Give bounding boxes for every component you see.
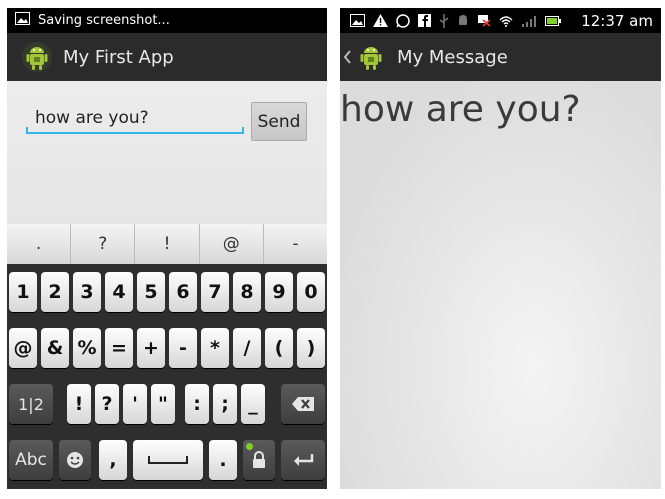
soft-keyboard: . ? ! @ - 1 2 3 4 5 6 7 8 9 0 @ & % = + …	[7, 224, 327, 489]
keyboard-row-bottom: Abc , .	[7, 432, 327, 486]
key[interactable]: %	[73, 328, 101, 368]
app-title: My First App	[63, 46, 174, 68]
status-bar: Saving screenshot...	[7, 8, 327, 33]
key[interactable]: 0	[297, 272, 325, 312]
clock: 12:37 am	[581, 11, 653, 30]
key[interactable]: (	[265, 328, 293, 368]
signal-icon	[522, 15, 536, 27]
space-key[interactable]	[133, 440, 203, 480]
main-content: how are you?	[340, 81, 661, 489]
key[interactable]: ?	[95, 384, 119, 424]
message-input-value: how are you?	[35, 108, 149, 128]
lock-key[interactable]	[243, 440, 275, 480]
usb-icon	[439, 13, 449, 28]
key[interactable]: 6	[169, 272, 197, 312]
key[interactable]: /	[233, 328, 261, 368]
warning-icon	[373, 14, 388, 27]
status-text: Saving screenshot...	[38, 13, 170, 28]
facebook-icon	[418, 14, 431, 27]
android-debug-icon	[459, 15, 467, 25]
key[interactable]: _	[241, 384, 265, 424]
space-bar-icon	[148, 456, 188, 464]
key[interactable]: 5	[137, 272, 165, 312]
android-app-icon	[22, 42, 52, 72]
suggestion-item[interactable]: -	[264, 224, 327, 264]
key[interactable]: :	[185, 384, 209, 424]
keyboard-row-symbols: @ & % = + - * / ( )	[7, 320, 327, 374]
emoji-key[interactable]	[59, 440, 91, 480]
key[interactable]: 2	[41, 272, 69, 312]
suggestion-item[interactable]: ?	[71, 224, 136, 264]
abc-key[interactable]: Abc	[9, 440, 53, 480]
key[interactable]: 3	[73, 272, 101, 312]
keyboard-row-digits: 1 2 3 4 5 6 7 8 9 0	[7, 264, 327, 318]
key[interactable]: )	[297, 328, 325, 368]
key[interactable]: =	[105, 328, 133, 368]
suggestion-strip: . ? ! @ -	[7, 224, 327, 264]
message-text: how are you?	[340, 89, 581, 130]
action-bar: My First App	[7, 33, 327, 81]
suggestion-item[interactable]: !	[135, 224, 200, 264]
back-caret-icon[interactable]	[343, 50, 351, 64]
key[interactable]: "	[151, 384, 175, 424]
screenshot-icon	[350, 14, 365, 27]
whatsapp-icon	[396, 13, 410, 28]
key[interactable]: '	[123, 384, 147, 424]
key[interactable]: +	[137, 328, 165, 368]
key[interactable]: &	[41, 328, 69, 368]
phone-screen-right: 12:37 am My Message how are you?	[340, 8, 661, 489]
mute-icon	[478, 15, 491, 27]
backspace-icon	[292, 397, 314, 411]
status-bar: 12:37 am	[340, 8, 661, 33]
lock-icon	[253, 451, 265, 468]
key[interactable]: 4	[105, 272, 133, 312]
comma-key[interactable]: ,	[99, 440, 127, 480]
key[interactable]: 1	[9, 272, 37, 312]
key[interactable]: 8	[233, 272, 261, 312]
activity-title: My Message	[397, 46, 508, 68]
screenshot-icon	[15, 12, 30, 29]
suggestion-item[interactable]: @	[200, 224, 264, 264]
smiley-icon	[67, 452, 83, 468]
key[interactable]: !	[67, 384, 91, 424]
key[interactable]: @	[9, 328, 37, 368]
keyboard-row-punctuation: 1|2 ! ? ' " : ; _	[7, 376, 327, 430]
wifi-icon	[499, 15, 513, 27]
enter-icon	[294, 454, 314, 466]
key[interactable]: 9	[265, 272, 293, 312]
send-button[interactable]: Send	[251, 102, 307, 141]
phone-screen-left: Saving screenshot... My First App how ar…	[7, 8, 327, 489]
enter-key[interactable]	[281, 440, 325, 480]
backspace-key[interactable]	[281, 384, 325, 424]
action-bar: My Message	[340, 33, 661, 81]
key[interactable]: ;	[213, 384, 237, 424]
indicator-dot	[246, 443, 253, 450]
android-app-icon[interactable]	[355, 41, 387, 73]
notification-icons	[350, 13, 581, 28]
message-input[interactable]: how are you?	[26, 104, 244, 134]
key[interactable]: *	[201, 328, 229, 368]
battery-icon	[545, 15, 561, 26]
page-toggle-key[interactable]: 1|2	[9, 384, 53, 424]
key[interactable]: 7	[201, 272, 229, 312]
period-key[interactable]: .	[209, 440, 237, 480]
suggestion-item[interactable]: .	[7, 224, 72, 264]
key[interactable]: -	[169, 328, 197, 368]
